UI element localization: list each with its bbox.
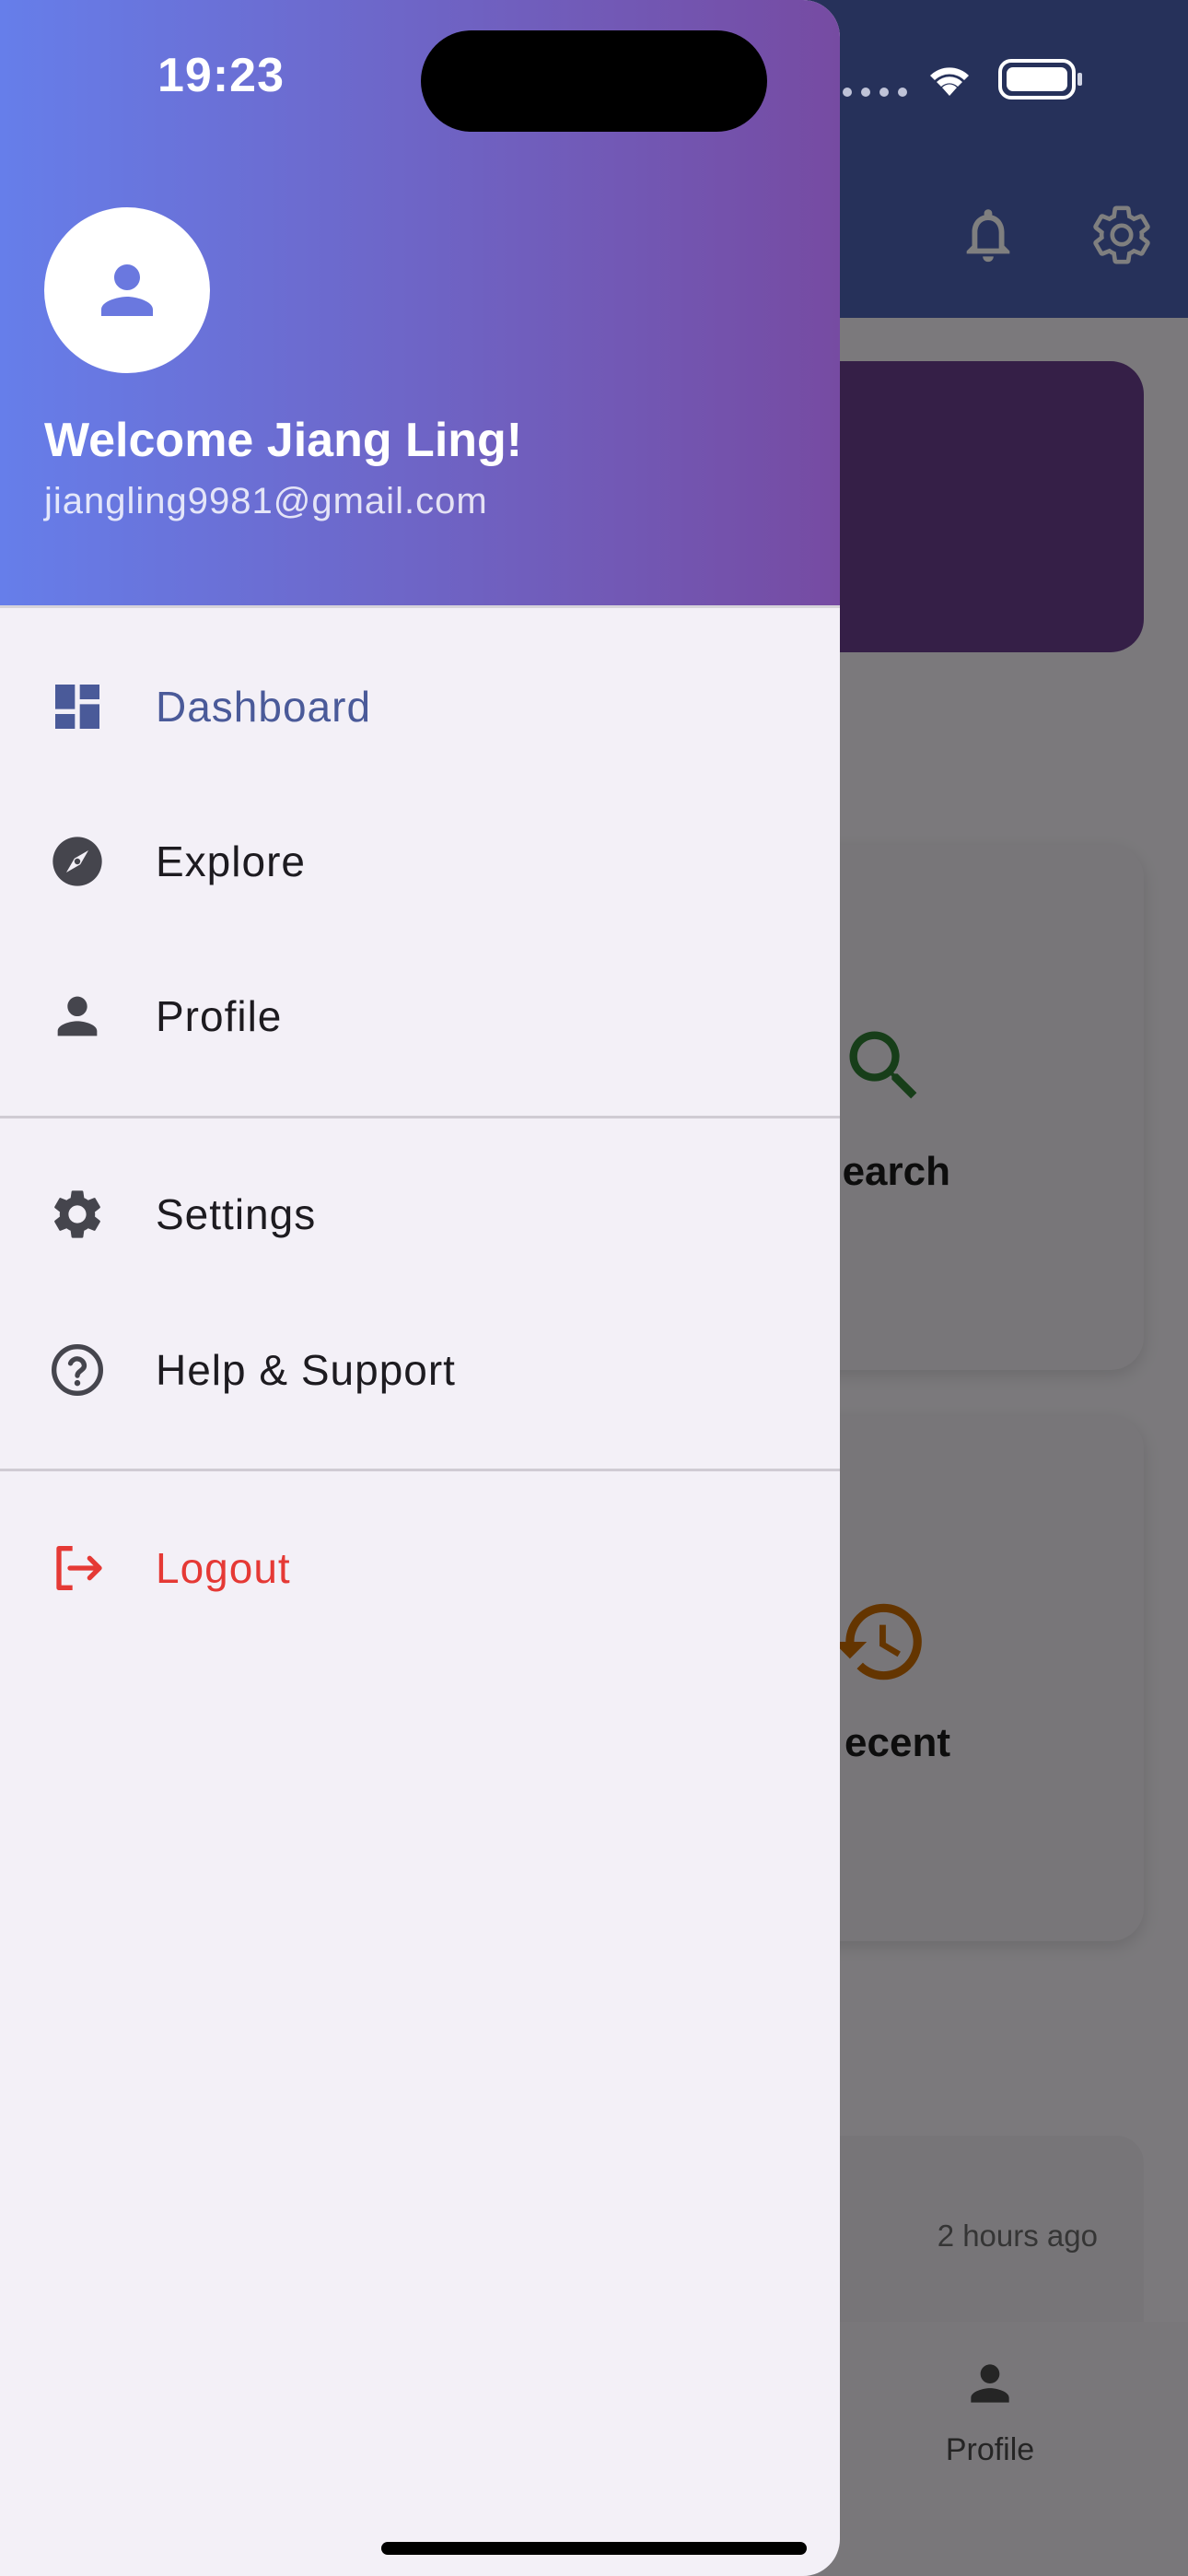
gear-icon <box>48 1185 107 1244</box>
status-indicators <box>843 59 1082 100</box>
logout-icon <box>48 1539 107 1598</box>
user-email: jiangling9981@gmail.com <box>44 481 488 521</box>
drawer-item-label: Logout <box>156 1544 291 1592</box>
drawer-item-label: Profile <box>156 992 283 1040</box>
person-icon <box>101 264 153 316</box>
cellular-signal-icon <box>843 88 907 97</box>
drawer-item-dashboard[interactable]: Dashboard <box>0 638 840 776</box>
dynamic-island <box>421 30 767 132</box>
drawer-item-label: Dashboard <box>156 683 372 731</box>
battery-icon <box>998 59 1082 100</box>
drawer-item-profile[interactable]: Profile <box>0 947 840 1085</box>
drawer-item-label: Settings <box>156 1190 317 1238</box>
drawer-item-label: Explore <box>156 837 306 885</box>
drawer-item-logout[interactable]: Logout <box>0 1499 840 1637</box>
drawer-item-settings[interactable]: Settings <box>0 1145 840 1283</box>
navigation-drawer: 19:23 Welcome Jiang Ling! jiangling9981@… <box>0 0 840 2576</box>
status-time: 19:23 <box>157 49 285 102</box>
help-circle-icon <box>48 1341 107 1399</box>
wifi-icon <box>930 67 969 96</box>
home-indicator <box>381 2542 807 2555</box>
compass-icon <box>48 832 107 891</box>
dashboard-icon <box>48 677 107 736</box>
drawer-item-explore[interactable]: Explore <box>0 792 840 931</box>
avatar[interactable] <box>44 207 210 373</box>
drawer-divider <box>0 1116 840 1118</box>
drawer-item-help-support[interactable]: Help & Support <box>0 1301 840 1439</box>
drawer-divider <box>0 1469 840 1471</box>
drawer-item-label: Help & Support <box>156 1346 456 1394</box>
drawer-header: 19:23 Welcome Jiang Ling! jiangling9981@… <box>0 0 840 608</box>
welcome-text: Welcome Jiang Ling! <box>44 414 523 467</box>
person-icon <box>48 987 107 1046</box>
